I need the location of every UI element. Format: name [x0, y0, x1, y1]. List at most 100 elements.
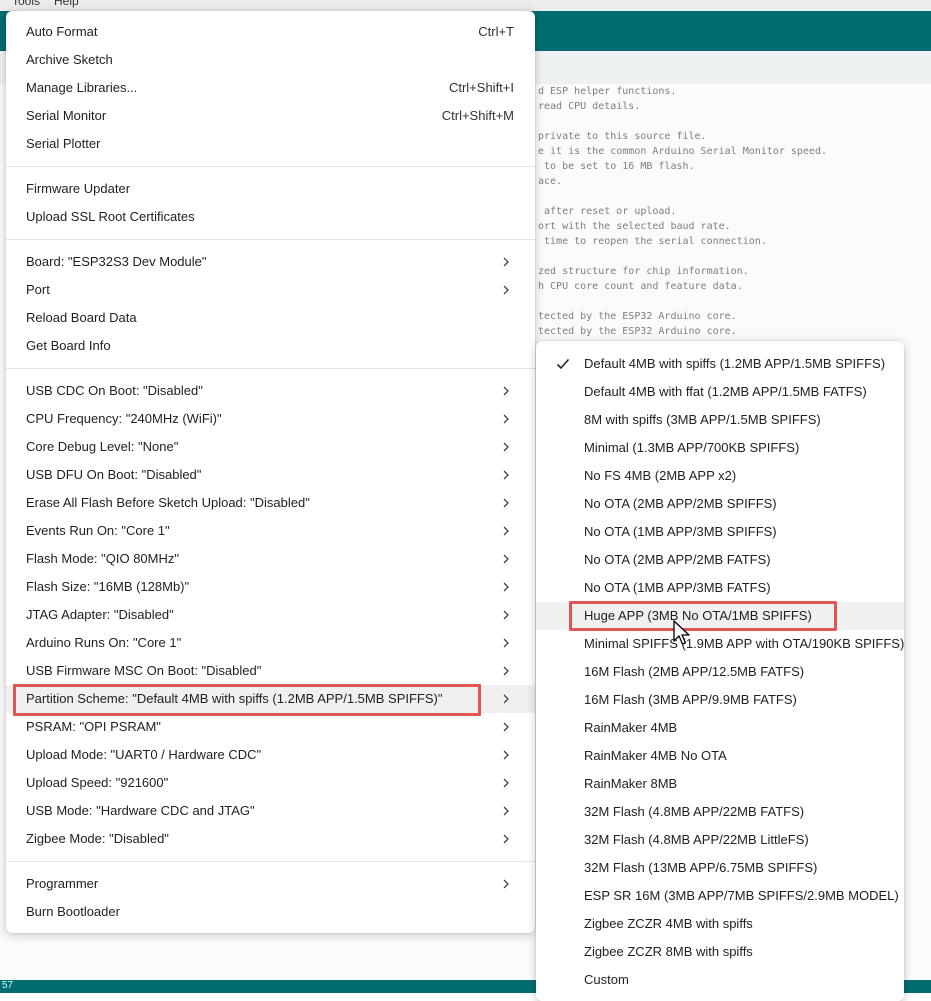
menu-item-flash-mode[interactable]: Flash Mode: "QIO 80MHz": [6, 545, 535, 573]
partition-option-16m-flash-3mb-app-9-9mb-fatfs[interactable]: 16M Flash (3MB APP/9.9MB FATFS): [536, 686, 904, 714]
menu-item-firmware-updater[interactable]: Firmware Updater: [6, 175, 535, 203]
partition-option-zigbee-zczr-8mb-with-spiffs[interactable]: Zigbee ZCZR 8MB with spiffs: [536, 938, 904, 966]
menu-item-label: Auto Format: [26, 24, 98, 39]
partition-option-custom[interactable]: Custom: [536, 966, 904, 994]
partition-option-no-ota-2mb-app-2mb-fatfs[interactable]: No OTA (2MB APP/2MB FATFS): [536, 546, 904, 574]
partition-option-no-ota-1mb-app-3mb-spiffs[interactable]: No OTA (1MB APP/3MB SPIFFS): [536, 518, 904, 546]
partition-option-no-fs-4mb-2mb-app-x2[interactable]: No FS 4MB (2MB APP x2): [536, 462, 904, 490]
menu-item-upload-speed[interactable]: Upload Speed: "921600": [6, 769, 535, 797]
chevron-right-icon: [499, 741, 513, 769]
menu-item-archive-sketch[interactable]: Archive Sketch: [6, 46, 535, 74]
menu-item-label: Firmware Updater: [26, 181, 131, 196]
partition-option-label: No OTA (1MB APP/3MB FATFS): [584, 580, 771, 595]
partition-option-label: No OTA (2MB APP/2MB FATFS): [584, 552, 771, 567]
partition-option-32m-flash-13mb-app-6-75mb-spiffs[interactable]: 32M Flash (13MB APP/6.75MB SPIFFS): [536, 854, 904, 882]
chevron-right-icon: [499, 797, 513, 825]
chevron-right-icon: [499, 657, 513, 685]
partition-option-rainmaker-8mb[interactable]: RainMaker 8MB: [536, 770, 904, 798]
code-line: d ESP helper functions.: [538, 86, 677, 97]
code-line: ace.: [538, 176, 563, 187]
menu-item-partition-scheme[interactable]: Partition Scheme: "Default 4MB with spif…: [6, 685, 535, 713]
menu-item-cpu-frequency[interactable]: CPU Frequency: "240MHz (WiFi)": [6, 405, 535, 433]
partition-option-minimal-1-3mb-app-700kb-spiffs[interactable]: Minimal (1.3MB APP/700KB SPIFFS): [536, 434, 904, 462]
menu-item-burn-bootloader[interactable]: Burn Bootloader: [6, 898, 535, 926]
menu-item-label: Flash Mode: "QIO 80MHz": [26, 551, 179, 566]
ide-menubar: Tools Help: [0, 0, 931, 11]
menu-item-label: Serial Plotter: [26, 136, 101, 151]
menu-item-usb-dfu-on-boot[interactable]: USB DFU On Boot: "Disabled": [6, 461, 535, 489]
partition-option-no-ota-1mb-app-3mb-fatfs[interactable]: No OTA (1MB APP/3MB FATFS): [536, 574, 904, 602]
chevron-right-icon: [499, 377, 513, 405]
menu-item-upload-mode[interactable]: Upload Mode: "UART0 / Hardware CDC": [6, 741, 535, 769]
menu-item-reload-board-data[interactable]: Reload Board Data: [6, 304, 535, 332]
partition-scheme-submenu: Default 4MB with spiffs (1.2MB APP/1.5MB…: [536, 341, 904, 1001]
menu-item-port[interactable]: Port: [6, 276, 535, 304]
menu-item-manage-libraries[interactable]: Manage Libraries... Ctrl+Shift+I: [6, 74, 535, 102]
menu-item-upload-ssl-root-certificates[interactable]: Upload SSL Root Certificates: [6, 203, 535, 231]
code-line: read CPU details.: [538, 101, 641, 112]
menu-item-label: USB Mode: "Hardware CDC and JTAG": [26, 803, 255, 818]
chevron-right-icon: [499, 685, 513, 713]
menu-item-zigbee-mode[interactable]: Zigbee Mode: "Disabled": [6, 825, 535, 853]
menu-item-label: Serial Monitor: [26, 108, 107, 123]
menu-item-usb-firmware-msc-on-boot[interactable]: USB Firmware MSC On Boot: "Disabled": [6, 657, 535, 685]
partition-option-label: Zigbee ZCZR 8MB with spiffs: [584, 944, 753, 959]
chevron-right-icon: [499, 433, 513, 461]
partition-option-label: RainMaker 8MB: [584, 776, 678, 791]
menu-item-label: Upload SSL Root Certificates: [26, 209, 195, 224]
partition-option-8m-with-spiffs-3mb-app-1-5mb-spiffs[interactable]: 8M with spiffs (3MB APP/1.5MB SPIFFS): [536, 406, 904, 434]
partition-option-label: Default 4MB with spiffs (1.2MB APP/1.5MB…: [584, 356, 886, 371]
menu-item-flash-size[interactable]: Flash Size: "16MB (128Mb)": [6, 573, 535, 601]
partition-option-32m-flash-4-8mb-app-22mb-littlefs[interactable]: 32M Flash (4.8MB APP/22MB LittleFS): [536, 826, 904, 854]
menu-item-jtag-adapter[interactable]: JTAG Adapter: "Disabled": [6, 601, 535, 629]
menu-item-label: Archive Sketch: [26, 52, 113, 67]
menu-item-auto-format[interactable]: Auto Format Ctrl+T: [6, 18, 535, 46]
partition-option-label: 16M Flash (2MB APP/12.5MB FATFS): [584, 664, 805, 679]
menu-item-programmer[interactable]: Programmer: [6, 870, 535, 898]
partition-option-label: Huge APP (3MB No OTA/1MB SPIFFS): [584, 608, 812, 623]
partition-option-label: Zigbee ZCZR 4MB with spiffs: [584, 916, 753, 931]
code-line: h CPU core count and feature data.: [538, 281, 743, 292]
partition-option-zigbee-zczr-4mb-with-spiffs[interactable]: Zigbee ZCZR 4MB with spiffs: [536, 910, 904, 938]
partition-option-default-4mb-with-spiffs-1-2mb-app-1-5mb-spiffs[interactable]: Default 4MB with spiffs (1.2MB APP/1.5MB…: [536, 350, 904, 378]
menu-item-label: Core Debug Level: "None": [26, 439, 179, 454]
chevron-right-icon: [499, 461, 513, 489]
menu-item-board[interactable]: Board: "ESP32S3 Dev Module": [6, 248, 535, 276]
partition-option-label: No OTA (1MB APP/3MB SPIFFS): [584, 524, 777, 539]
menu-item-core-debug-level[interactable]: Core Debug Level: "None": [6, 433, 535, 461]
menu-item-usb-mode[interactable]: USB Mode: "Hardware CDC and JTAG": [6, 797, 535, 825]
menu-item-events-run-on[interactable]: Events Run On: "Core 1": [6, 517, 535, 545]
partition-option-no-ota-2mb-app-2mb-spiffs[interactable]: No OTA (2MB APP/2MB SPIFFS): [536, 490, 904, 518]
partition-option-rainmaker-4mb-no-ota[interactable]: RainMaker 4MB No OTA: [536, 742, 904, 770]
menu-item-shortcut: Ctrl+T: [478, 24, 514, 39]
partition-option-label: Minimal (1.3MB APP/700KB SPIFFS): [584, 440, 800, 455]
code-text: d ESP helper functions. read CPU details.…: [538, 84, 931, 339]
menubar-help[interactable]: Help: [54, 0, 79, 8]
code-line: tected by the ESP32 Arduino core.: [538, 311, 737, 322]
menu-item-usb-cdc-on-boot[interactable]: USB CDC On Boot: "Disabled": [6, 377, 535, 405]
menubar-tools[interactable]: Tools: [12, 0, 40, 8]
menu-item-shortcut: Ctrl+Shift+I: [448, 80, 514, 95]
menu-item-serial-plotter[interactable]: Serial Plotter: [6, 130, 535, 158]
chevron-right-icon: [499, 769, 513, 797]
partition-option-label: 8M with spiffs (3MB APP/1.5MB SPIFFS): [584, 412, 821, 427]
partition-option-16m-flash-2mb-app-12-5mb-fatfs[interactable]: 16M Flash (2MB APP/12.5MB FATFS): [536, 658, 904, 686]
chevron-right-icon: [499, 601, 513, 629]
menu-item-arduino-runs-on[interactable]: Arduino Runs On: "Core 1": [6, 629, 535, 657]
partition-option-default-4mb-with-ffat-1-2mb-app-1-5mb-fatfs[interactable]: Default 4MB with ffat (1.2MB APP/1.5MB F…: [536, 378, 904, 406]
partition-option-huge-app-3mb-no-ota-1mb-spiffs[interactable]: Huge APP (3MB No OTA/1MB SPIFFS): [536, 602, 904, 630]
menu-item-label: Partition Scheme: "Default 4MB with spif…: [26, 691, 443, 706]
menu-item-label: USB CDC On Boot: "Disabled": [26, 383, 203, 398]
code-line: zed structure for chip information.: [538, 266, 749, 277]
partition-option-minimal-spiffs-1-9mb-app-with-ota-190kb-spiffs[interactable]: Minimal SPIFFS (1.9MB APP with OTA/190KB…: [536, 630, 904, 658]
partition-option-32m-flash-4-8mb-app-22mb-fatfs[interactable]: 32M Flash (4.8MB APP/22MB FATFS): [536, 798, 904, 826]
menu-item-psram[interactable]: PSRAM: "OPI PSRAM": [6, 713, 535, 741]
menu-item-get-board-info[interactable]: Get Board Info: [6, 332, 535, 360]
partition-option-rainmaker-4mb[interactable]: RainMaker 4MB: [536, 714, 904, 742]
menu-item-erase-all-flash-before-sketch-upload[interactable]: Erase All Flash Before Sketch Upload: "D…: [6, 489, 535, 517]
partition-option-esp-sr-16m-3mb-app-7mb-spiffs-2-9mb-model[interactable]: ESP SR 16M (3MB APP/7MB SPIFFS/2.9MB MOD…: [536, 882, 904, 910]
menu-item-serial-monitor[interactable]: Serial Monitor Ctrl+Shift+M: [6, 102, 535, 130]
menu-separator: [6, 368, 535, 369]
menu-item-label: Flash Size: "16MB (128Mb)": [26, 579, 190, 594]
